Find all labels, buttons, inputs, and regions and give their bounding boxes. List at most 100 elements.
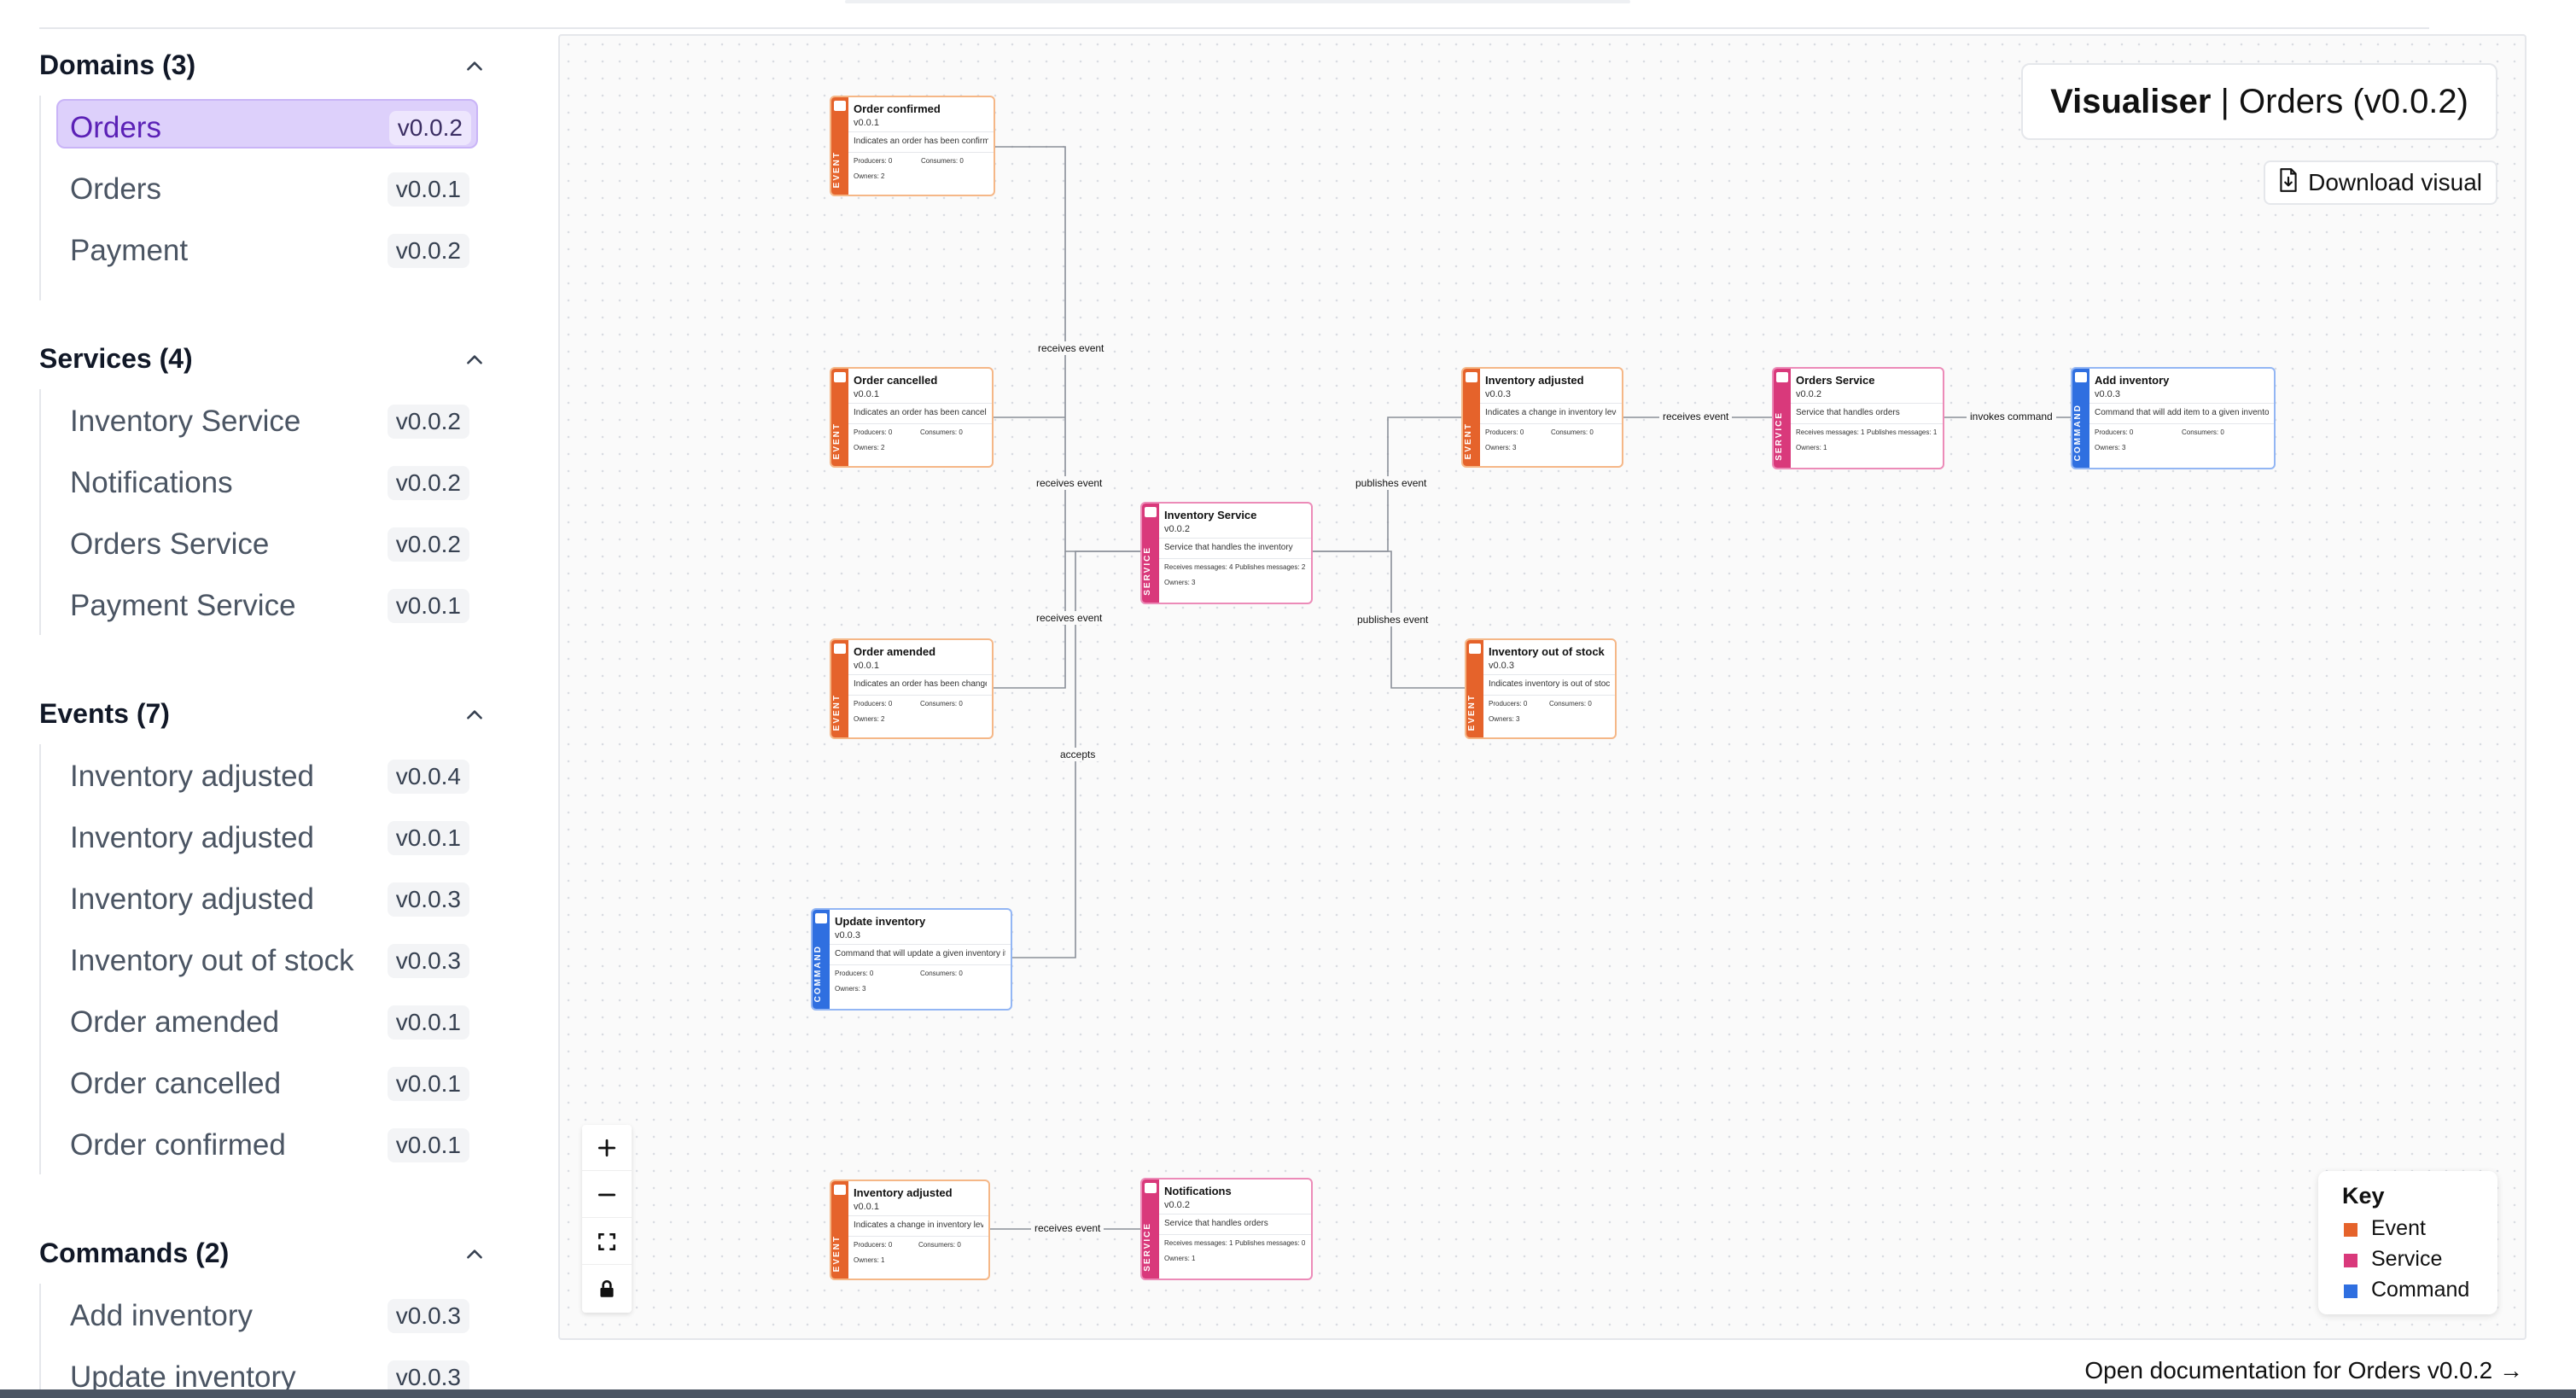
divider (830, 964, 1011, 965)
node-inventory-adjusted-v001[interactable]: EVENT Inventory adjusted v0.0.1 Indicate… (830, 1180, 990, 1280)
node-strip: EVENT (1466, 640, 1483, 737)
sidebar-item-inventory-adjusted-v003[interactable]: Inventory adjusted v0.0.3 (41, 867, 493, 929)
group-header[interactable]: Commands (2) (39, 1217, 492, 1268)
node-owners: Owners: 3 (1164, 579, 1196, 586)
node-stat: Consumers: 0 (920, 428, 963, 436)
chevron-up-icon[interactable] (458, 50, 492, 84)
node-add-inventory[interactable]: COMMAND Add inventory v0.0.3 Command tha… (2071, 367, 2276, 469)
node-version: v0.0.3 (1485, 389, 1511, 399)
visualiser-canvas[interactable]: receives event receives event receives e… (558, 34, 2526, 1340)
envelope-icon (2075, 372, 2087, 382)
node-description: Indicates a change in inventory level (854, 1220, 983, 1230)
fit-view-button[interactable] (582, 1219, 632, 1265)
node-order-confirmed[interactable]: EVENT Order confirmed v0.0.1 Indicates a… (830, 96, 995, 196)
node-description: Indicates a change in inventory level (1485, 408, 1617, 417)
node-order-amended[interactable]: EVENT Order amended v0.0.1 Indicates an … (830, 638, 994, 739)
node-notifications[interactable]: SERVICE Notifications v0.0.2 Service tha… (1140, 1178, 1313, 1280)
item-label: Inventory adjusted (70, 821, 315, 854)
visualiser-title: Visualiser | Orders (v0.0.2) (2021, 63, 2497, 140)
sidebar-item-add-inventory[interactable]: Add inventory v0.0.3 (41, 1284, 493, 1345)
node-type-label: EVENT (832, 150, 842, 188)
node-strip: EVENT (831, 369, 848, 466)
divider (848, 695, 992, 696)
node-type-label: EVENT (1467, 693, 1477, 731)
node-type-label: EVENT (832, 693, 842, 731)
node-stat: Consumers: 0 (920, 700, 963, 708)
sidebar-item-orders-service[interactable]: Orders Service v0.0.2 (41, 512, 493, 574)
divider (830, 944, 1011, 945)
sidebar-item-inventory-service[interactable]: Inventory Service v0.0.2 (41, 389, 493, 451)
node-type-label: SERVICE (1143, 546, 1152, 596)
sidebar-item-order-confirmed[interactable]: Order confirmed v0.0.1 (41, 1113, 493, 1174)
divider (1159, 1214, 1311, 1215)
divider (1159, 1234, 1311, 1235)
divider (1791, 403, 1943, 404)
lock-button[interactable] (582, 1266, 632, 1312)
group-list: Inventory Service v0.0.2 Notifications v… (39, 389, 492, 635)
chevron-up-icon[interactable] (458, 698, 492, 732)
node-orders-service[interactable]: SERVICE Orders Service v0.0.2 Service th… (1772, 367, 1944, 469)
zoom-in-button[interactable] (582, 1125, 632, 1171)
version-badge: v0.0.2 (388, 111, 471, 145)
node-order-cancelled[interactable]: EVENT Order cancelled v0.0.1 Indicates a… (830, 367, 994, 468)
envelope-icon (834, 644, 846, 654)
divider (848, 131, 994, 132)
key-row-service: Service (2342, 1245, 2497, 1276)
version-badge: v0.0.2 (387, 405, 469, 439)
node-stat: Consumers: 0 (920, 970, 963, 977)
node-title: Update inventory (835, 915, 926, 928)
node-version: v0.0.1 (854, 118, 879, 128)
node-version: v0.0.1 (854, 389, 879, 399)
divider (1483, 674, 1615, 675)
sidebar-item-orders-v001[interactable]: Orders v0.0.1 (41, 157, 493, 218)
version-badge: v0.0.1 (387, 589, 469, 623)
node-type-label: EVENT (832, 1234, 842, 1272)
group-title: Events (7) (39, 698, 170, 729)
node-stat: Receives messages: 1 (1164, 1239, 1233, 1247)
node-strip: EVENT (831, 97, 848, 195)
command-swatch (2344, 1284, 2357, 1298)
node-stat: Consumers: 0 (2182, 428, 2224, 436)
zoom-out-button[interactable] (582, 1172, 632, 1218)
sidebar-item-payment-service[interactable]: Payment Service v0.0.1 (41, 574, 493, 635)
group-header[interactable]: Domains (3) (39, 29, 492, 80)
divider (848, 1215, 988, 1216)
edge-label: receives event (1659, 410, 1733, 423)
node-inventory-service[interactable]: SERVICE Inventory Service v0.0.2 Service… (1140, 502, 1313, 604)
sidebar-item-orders-v002[interactable]: Orders v0.0.2 (41, 96, 493, 157)
sidebar-item-payment[interactable]: Payment v0.0.2 (41, 218, 493, 280)
node-description: Indicates inventory is out of stock (1489, 679, 1610, 689)
node-inventory-adjusted-v003[interactable]: EVENT Inventory adjusted v0.0.3 Indicate… (1461, 367, 1623, 468)
open-documentation-link[interactable]: Open documentation for Orders v0.0.2 → (2084, 1357, 2523, 1384)
node-owners: Owners: 3 (2095, 444, 2126, 451)
download-visual-button[interactable]: Download visual (2264, 160, 2497, 205)
chevron-up-icon[interactable] (458, 343, 492, 377)
chevron-up-icon[interactable] (458, 1238, 492, 1272)
group-header[interactable]: Events (7) (39, 678, 492, 729)
edge-label: accepts (1057, 748, 1099, 761)
node-description: Indicates an order has been confirmed (854, 137, 988, 146)
node-type-label: SERVICE (1143, 1222, 1152, 1272)
node-strip: SERVICE (1142, 504, 1159, 603)
node-type-label: SERVICE (1775, 411, 1784, 461)
group-header[interactable]: Services (4) (39, 323, 492, 374)
item-label: Inventory adjusted (70, 882, 315, 916)
sidebar-item-inventory-out-of-stock[interactable]: Inventory out of stock v0.0.3 (41, 929, 493, 990)
divider (2089, 403, 2274, 404)
node-title: Inventory adjusted (854, 1186, 953, 1199)
node-update-inventory[interactable]: COMMAND Update inventory v0.0.3 Command … (811, 908, 1012, 1011)
node-version: v0.0.2 (1164, 524, 1190, 534)
node-type-label: EVENT (832, 422, 842, 459)
node-strip: EVENT (1463, 369, 1480, 466)
node-inventory-out-of-stock[interactable]: EVENT Inventory out of stock v0.0.3 Indi… (1465, 638, 1617, 739)
sidebar-item-inventory-adjusted-v004[interactable]: Inventory adjusted v0.0.4 (41, 744, 493, 806)
sidebar-item-order-cancelled[interactable]: Order cancelled v0.0.1 (41, 1051, 493, 1113)
node-stat: Publishes messages: 1 (1867, 428, 1938, 436)
sidebar-item-order-amended[interactable]: Order amended v0.0.1 (41, 990, 493, 1051)
plus-icon (597, 1139, 616, 1156)
key-label: Service (2371, 1247, 2443, 1271)
sidebar-item-notifications[interactable]: Notifications v0.0.2 (41, 451, 493, 512)
sidebar-item-inventory-adjusted-v001[interactable]: Inventory adjusted v0.0.1 (41, 806, 493, 867)
key-row-event: Event (2342, 1215, 2497, 1245)
item-label: Orders (70, 172, 161, 206)
